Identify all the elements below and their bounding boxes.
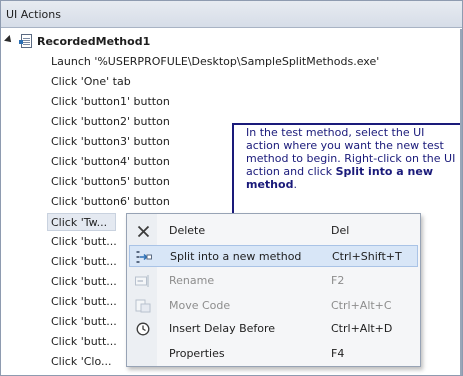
menu-item-insert-delay-before[interactable]: Insert Delay Before Ctrl+Alt+D xyxy=(129,318,418,340)
rename-icon xyxy=(135,273,151,289)
delay-clock-icon xyxy=(135,321,151,337)
menu-item-shortcut: F2 xyxy=(331,274,345,287)
tree-item[interactable]: Click 'butt... xyxy=(51,313,117,331)
tree-item[interactable]: Click 'button3' button xyxy=(51,133,170,151)
menu-item-label: Delete xyxy=(169,224,206,237)
tree-item-label: Click 'button2' button xyxy=(51,115,170,128)
menu-item-label: Insert Delay Before xyxy=(169,322,276,335)
menu-item-label: Properties xyxy=(169,347,225,360)
menu-item-rename[interactable]: Rename F2 xyxy=(129,270,418,292)
tree-item[interactable]: Click 'butt... xyxy=(51,233,117,251)
tree-item-label: Click 'button1' button xyxy=(51,95,170,108)
tree-item[interactable]: Click 'butt... xyxy=(51,293,117,311)
menu-item-shortcut: Ctrl+Shift+T xyxy=(332,250,402,263)
panel-right-edge xyxy=(460,29,462,375)
tree-item[interactable]: Click 'Clo... xyxy=(51,353,112,371)
tree-item-selected[interactable]: Click 'Tw... xyxy=(47,213,117,231)
tree-item[interactable]: Click 'butt... xyxy=(51,333,117,351)
menu-item-label: Rename xyxy=(169,274,215,287)
tree-item[interactable]: Click 'One' tab xyxy=(51,73,131,91)
menu-item-delete[interactable]: Delete Del xyxy=(129,220,418,242)
tree-item-label: Click 'button4' button xyxy=(51,155,170,168)
menu-item-shortcut: Ctrl+Alt+D xyxy=(331,322,393,335)
tree-item-label: Click 'Tw... xyxy=(51,216,108,229)
tree-item[interactable]: Launch '%USERPROFULE\Desktop\SampleSplit… xyxy=(51,53,379,71)
context-menu: Delete Del Split into a new method Ctrl+… xyxy=(126,213,421,367)
root-method-label: RecordedMethod1 xyxy=(37,35,151,48)
tree-item-label: Click 'butt... xyxy=(51,315,117,328)
tree-item[interactable]: Click 'button1' button xyxy=(51,93,170,111)
tree-item-label: Click 'One' tab xyxy=(51,75,131,88)
tree-root-node[interactable]: RecordedMethod1 xyxy=(1,33,301,51)
menu-item-shortcut: F4 xyxy=(331,347,345,360)
tree-item[interactable]: Click 'butt... xyxy=(51,273,117,291)
menu-item-move-code[interactable]: Move Code Ctrl+Alt+C xyxy=(129,295,418,317)
tree-item-label: Click 'butt... xyxy=(51,335,117,348)
tree-item[interactable]: Click 'button5' button xyxy=(51,173,170,191)
tree-item-label: Click 'butt... xyxy=(51,235,117,248)
tree-item[interactable]: Click 'button2' button xyxy=(51,113,170,131)
tree-item-label: Launch '%USERPROFULE\Desktop\SampleSplit… xyxy=(51,55,380,68)
delete-x-icon xyxy=(135,223,151,239)
callout-line-horizontal xyxy=(232,123,460,125)
callout-annotation: In the test method, select the UI action… xyxy=(246,126,458,191)
menu-item-shortcut: Ctrl+Alt+C xyxy=(331,299,392,312)
move-code-icon xyxy=(135,298,151,314)
menu-item-shortcut: Del xyxy=(331,224,350,237)
split-method-icon xyxy=(136,249,152,265)
tree-item[interactable]: Click 'button4' button xyxy=(51,153,170,171)
tree-item-label: Click 'butt... xyxy=(51,255,117,268)
tree-item-label: Click 'butt... xyxy=(51,295,117,308)
callout-text-after: . xyxy=(293,178,297,191)
tree-item[interactable]: Click 'butt... xyxy=(51,253,117,271)
menu-item-label: Move Code xyxy=(169,299,231,312)
menu-item-label: Split into a new method xyxy=(170,250,302,263)
tree-item-label: Click 'button6' button xyxy=(51,195,170,208)
expand-collapse-icon[interactable] xyxy=(4,35,14,45)
menu-item-properties[interactable]: Properties F4 xyxy=(129,343,418,365)
method-document-icon xyxy=(19,34,32,48)
panel-title-bar: UI Actions xyxy=(1,1,462,28)
menu-item-split-into-new-method[interactable]: Split into a new method Ctrl+Shift+T xyxy=(129,245,418,267)
tree-item-label: Click 'butt... xyxy=(51,275,117,288)
tree-item-label: Click 'button5' button xyxy=(51,175,170,188)
tree-item[interactable]: Click 'button6' button xyxy=(51,193,170,211)
panel-title: UI Actions xyxy=(6,8,61,21)
tree-item-label: Click 'button3' button xyxy=(51,135,170,148)
tree-item-label: Click 'Clo... xyxy=(51,355,112,368)
